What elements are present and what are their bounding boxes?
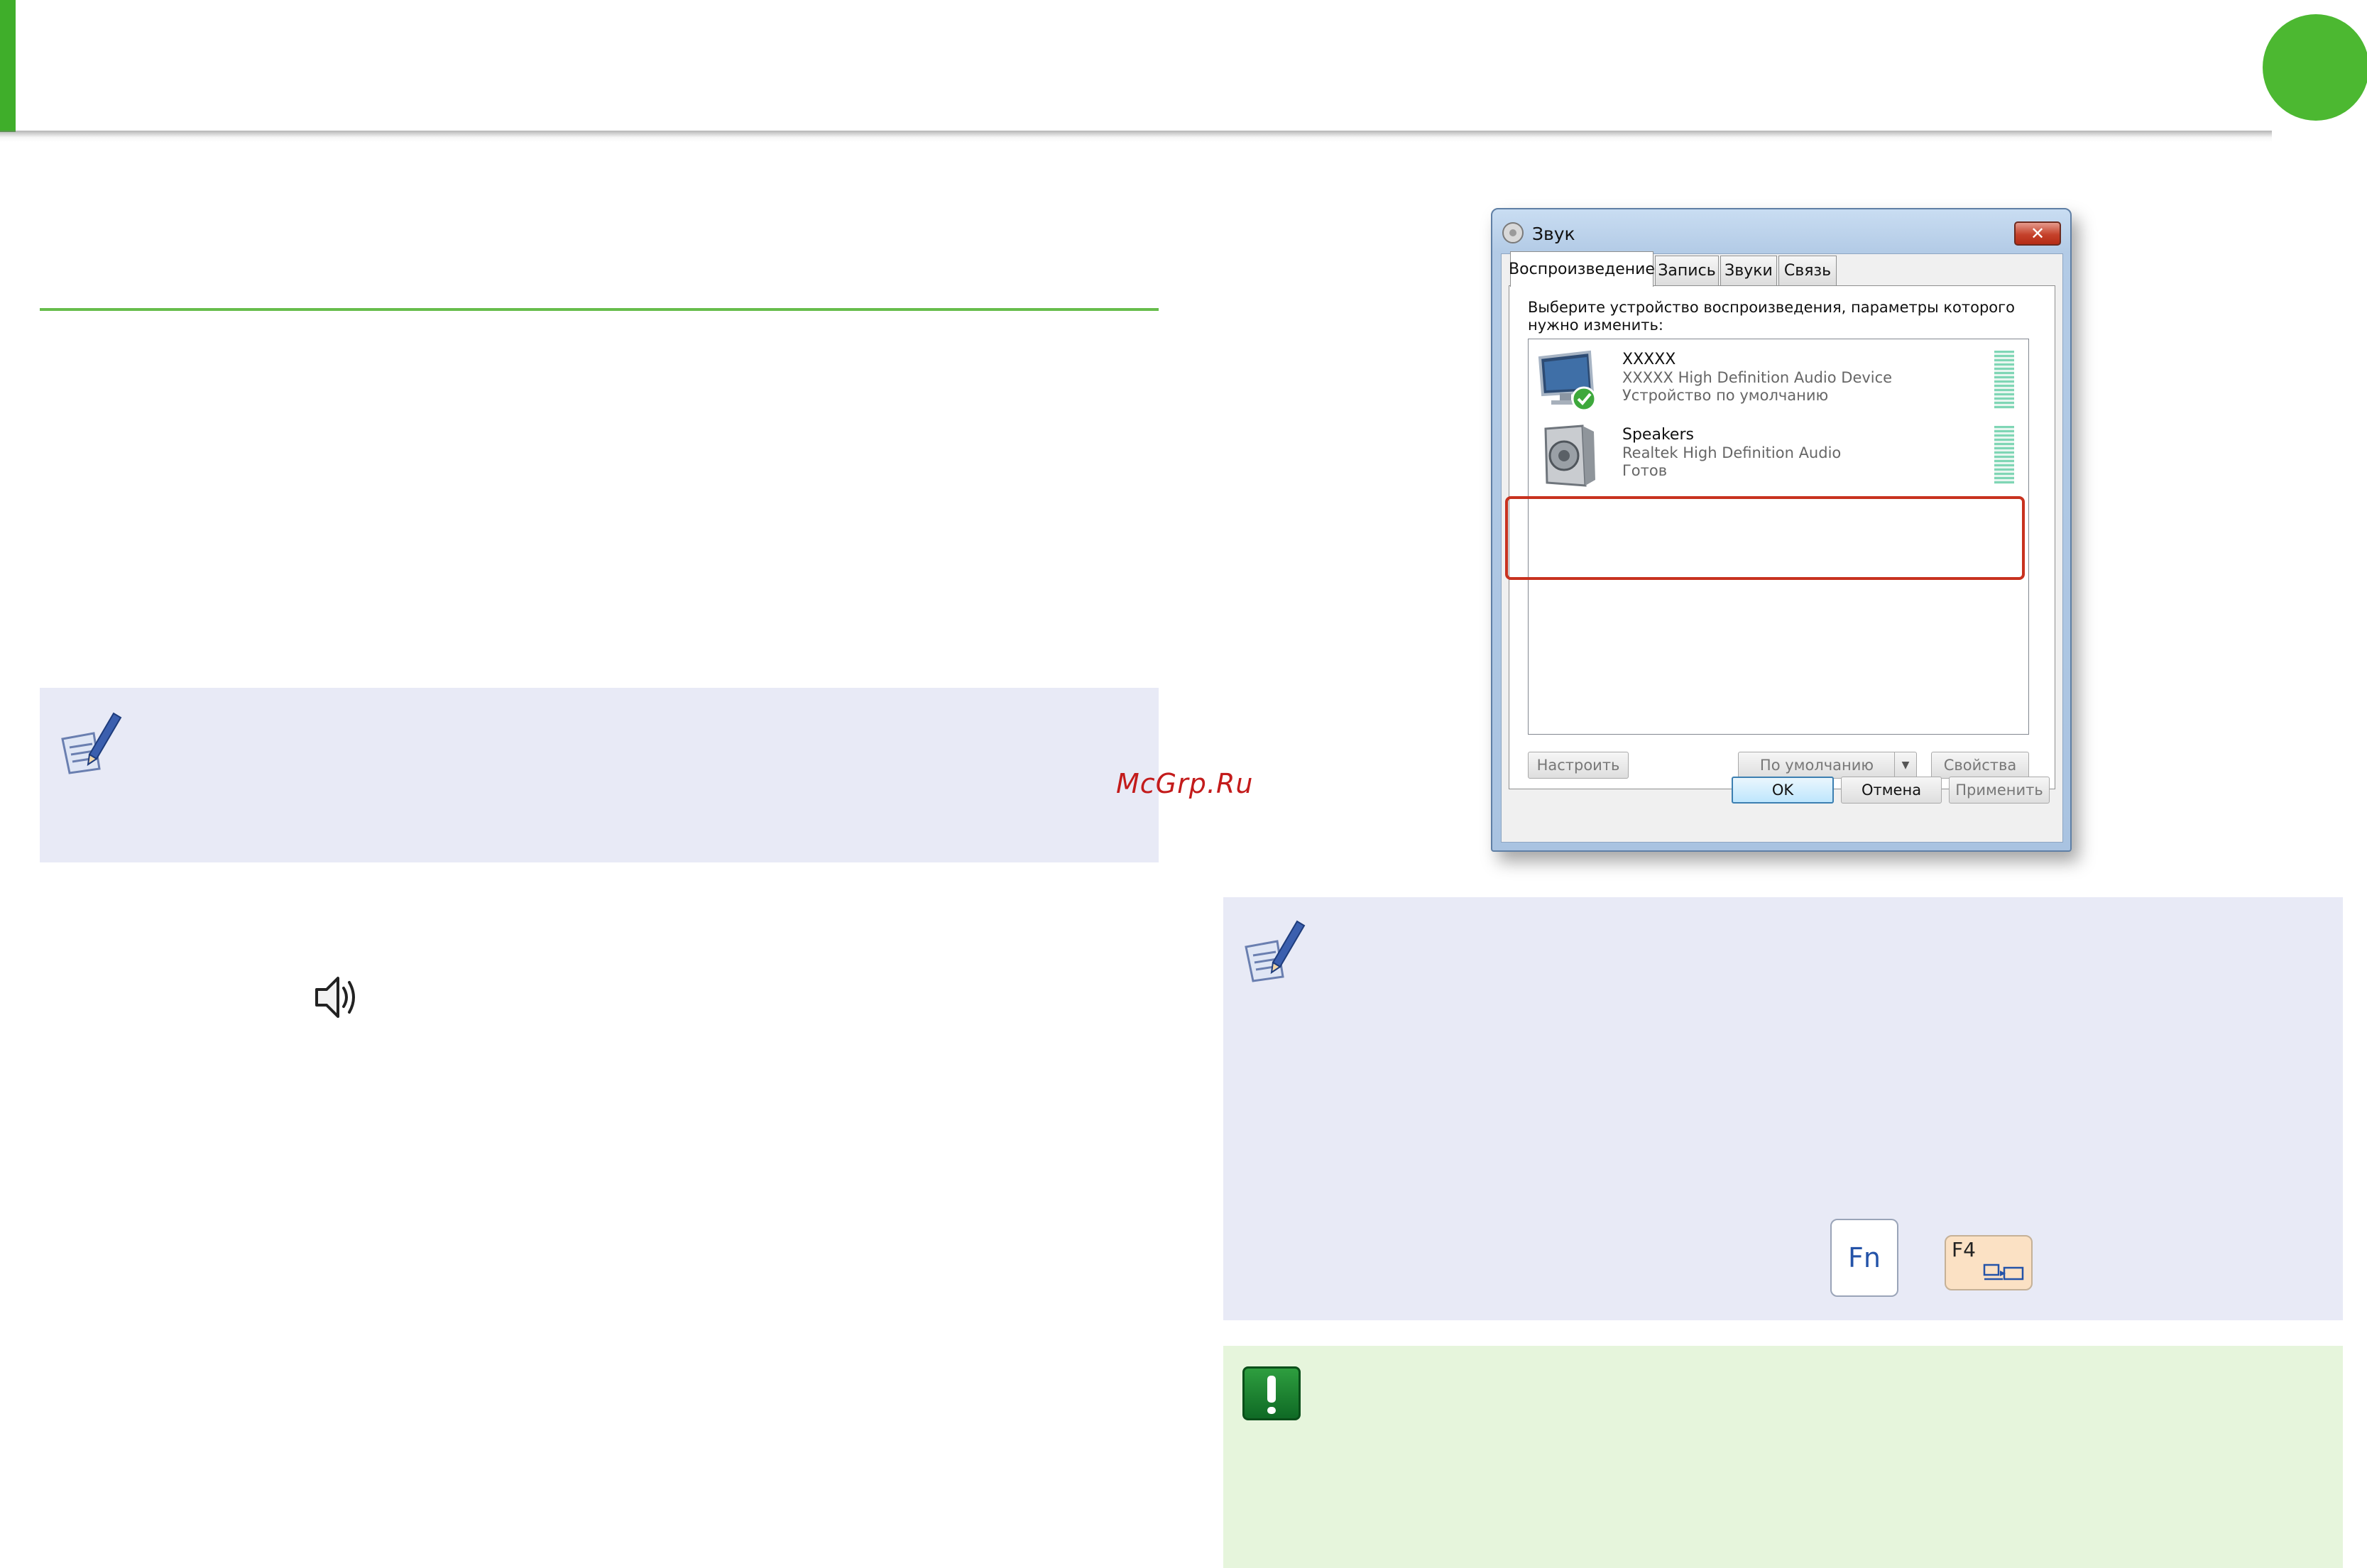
device-subtitle: Realtek High Definition Audio [1622,444,1842,461]
watermark: McGrp.Ru [1116,768,1254,799]
key-f4: F4 [1945,1235,2033,1290]
speaker-device-icon [1544,424,1595,487]
close-button[interactable]: ✕ [2014,221,2061,246]
chapter-tab [0,0,16,132]
set-default-label: По умолчанию [1759,757,1874,774]
tab-communications[interactable]: Связь [1778,256,1837,285]
tab-sounds[interactable]: Звуки [1720,256,1777,285]
volume-meter [1994,351,2014,409]
device-name: XXXXX [1622,351,1676,368]
speaker-volume-icon [315,977,355,1018]
cancel-button[interactable]: Отмена [1841,777,1942,804]
apply-button[interactable]: Применить [1949,777,2050,804]
device-status: Готов [1622,462,1668,479]
volume-meter [1994,426,2014,484]
display-switch-icon [1983,1263,2024,1281]
tab-recording[interactable]: Запись [1655,256,1719,285]
tab-playback[interactable]: Воспроизведение [1509,251,1655,287]
ok-button[interactable]: OK [1732,777,1834,804]
highlight-default-device [1505,496,2025,580]
key-fn: Fn [1830,1219,1898,1297]
monitor-icon [1538,350,1597,412]
set-default-button[interactable]: По умолчанию ▼ [1738,752,1917,779]
configure-button[interactable]: Настроить [1528,752,1629,779]
dialog-title: Звук [1532,224,1575,244]
key-f4-label: F4 [1952,1238,1976,1261]
device-status: Устройство по умолчанию [1622,387,1829,404]
properties-button[interactable]: Свойства [1931,752,2029,779]
note-box-right [1223,897,2343,1320]
chevron-down-icon[interactable]: ▼ [1894,752,1916,778]
device-name: Speakers [1622,426,1694,444]
note-pencil-icon [1245,920,1306,982]
header-shadow-line [0,131,2272,142]
device-item-default[interactable]: XXXXX XXXXX High Definition Audio Device… [1533,344,2023,417]
section-divider [40,308,1159,311]
page-indicator-circle [2263,14,2367,121]
sound-dialog-icon [1502,222,1524,243]
caution-box [1223,1346,2343,1568]
sound-dialog: Звук ✕ Воспроизведение Запись Звуки Связ… [1491,208,2072,1004]
caution-exclamation-icon [1242,1366,1301,1420]
note-box-left [40,688,1159,862]
device-subtitle: XXXXX High Definition Audio Device [1622,369,1893,386]
note-pencil-icon [61,712,122,774]
device-item-speakers[interactable]: Speakers Realtek High Definition Audio Г… [1533,419,2023,493]
panel-description: Выберите устройство воспроизведения, пар… [1528,299,2016,334]
